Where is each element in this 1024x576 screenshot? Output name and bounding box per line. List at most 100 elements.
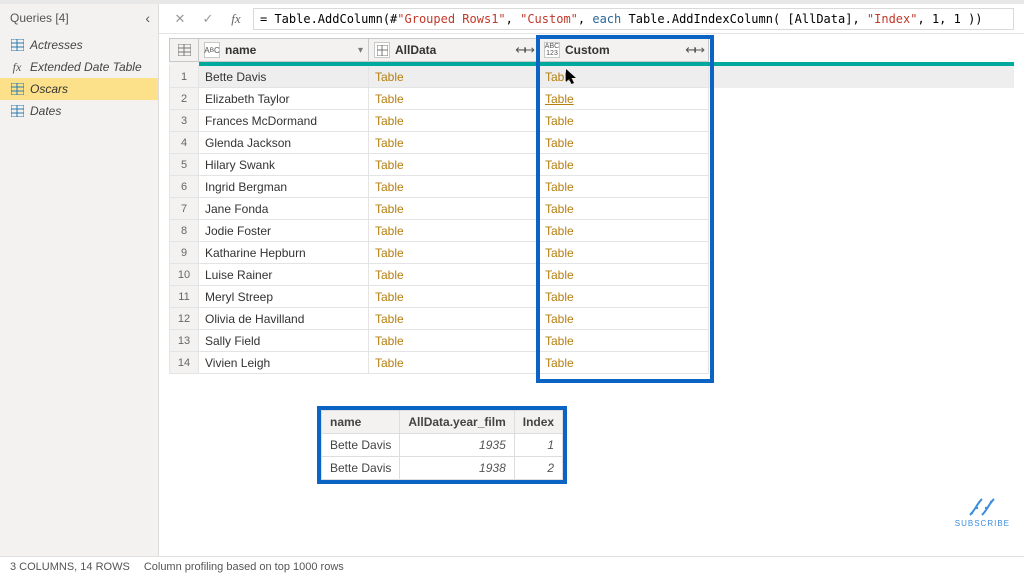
cell-name[interactable]: Katharine Hepburn (199, 242, 369, 264)
table-row[interactable]: 2Elizabeth TaylorTableTable (169, 88, 1014, 110)
cell-alldata[interactable]: Table (369, 176, 539, 198)
table-row[interactable]: 9Katharine HepburnTableTable (169, 242, 1014, 264)
table-row[interactable]: 10Luise RainerTableTable (169, 264, 1014, 286)
cell-custom[interactable]: Table (539, 88, 709, 110)
cell-alldata[interactable]: Table (369, 154, 539, 176)
cell-alldata[interactable]: Table (369, 66, 539, 88)
expand-column-icon[interactable]: ↤↦ (515, 42, 533, 58)
cell-alldata[interactable]: Table (369, 132, 539, 154)
row-index[interactable]: 4 (169, 132, 199, 154)
preview-row[interactable]: Bette Davis19351 (322, 434, 563, 457)
collapse-sidebar-icon[interactable]: ‹ (145, 10, 150, 26)
cell-name[interactable]: Vivien Leigh (199, 352, 369, 374)
preview-header[interactable]: name (322, 411, 400, 434)
cell-name[interactable]: Elizabeth Taylor (199, 88, 369, 110)
preview-header[interactable]: Index (514, 411, 562, 434)
cell-custom[interactable]: Table (539, 110, 709, 132)
query-item-extended-date-table[interactable]: fxExtended Date Table (0, 56, 158, 78)
fx-icon[interactable]: fx (225, 11, 247, 27)
table-row[interactable]: 11Meryl StreepTableTable (169, 286, 1014, 308)
cell-custom[interactable]: Table (539, 66, 709, 88)
cell-alldata[interactable]: Table (369, 264, 539, 286)
cell-custom[interactable]: Table (539, 330, 709, 352)
table-row[interactable]: 13Sally FieldTableTable (169, 330, 1014, 352)
preview-cell[interactable]: 1935 (400, 434, 514, 457)
row-index[interactable]: 1 (169, 66, 199, 88)
row-index[interactable]: 5 (169, 154, 199, 176)
query-item-actresses[interactable]: Actresses (0, 34, 158, 56)
cell-custom[interactable]: Table (539, 264, 709, 286)
row-index[interactable]: 10 (169, 264, 199, 286)
row-index[interactable]: 14 (169, 352, 199, 374)
row-index[interactable]: 12 (169, 308, 199, 330)
cell-name[interactable]: Jodie Foster (199, 220, 369, 242)
preview-cell[interactable]: 2 (514, 457, 562, 480)
cell-name[interactable]: Sally Field (199, 330, 369, 352)
table-row[interactable]: 7Jane FondaTableTable (169, 198, 1014, 220)
table-row[interactable]: 1Bette DavisTableTable (169, 66, 1014, 88)
cell-alldata[interactable]: Table (369, 286, 539, 308)
preview-cell[interactable]: Bette Davis (322, 457, 400, 480)
table-row[interactable]: 6Ingrid BergmanTableTable (169, 176, 1014, 198)
row-index[interactable]: 7 (169, 198, 199, 220)
table-row[interactable]: 4Glenda JacksonTableTable (169, 132, 1014, 154)
cell-name[interactable]: Olivia de Havilland (199, 308, 369, 330)
query-item-oscars[interactable]: Oscars (0, 78, 158, 100)
cell-custom[interactable]: Table (539, 286, 709, 308)
accept-formula-button[interactable]: ✓ (197, 8, 219, 30)
cell-alldata[interactable]: Table (369, 308, 539, 330)
column-header-name[interactable]: ABC name ▾ (199, 38, 369, 62)
cancel-formula-button[interactable]: ✕ (169, 8, 191, 30)
cell-name[interactable]: Luise Rainer (199, 264, 369, 286)
cell-custom[interactable]: Table (539, 242, 709, 264)
preview-cell[interactable]: Bette Davis (322, 434, 400, 457)
cell-name[interactable]: Glenda Jackson (199, 132, 369, 154)
cell-name[interactable]: Ingrid Bergman (199, 176, 369, 198)
cell-alldata[interactable]: Table (369, 220, 539, 242)
preview-cell[interactable]: 1938 (400, 457, 514, 480)
cell-custom[interactable]: Table (539, 176, 709, 198)
table-row[interactable]: 5Hilary SwankTableTable (169, 154, 1014, 176)
column-header-custom[interactable]: ABC123 Custom ↤↦ (539, 38, 709, 62)
cell-custom[interactable]: Table (539, 308, 709, 330)
any-type-icon[interactable]: ABC123 (544, 42, 560, 58)
cell-alldata[interactable]: Table (369, 330, 539, 352)
preview-row[interactable]: Bette Davis19382 (322, 457, 563, 480)
cell-custom[interactable]: Table (539, 220, 709, 242)
row-index[interactable]: 9 (169, 242, 199, 264)
table-row[interactable]: 3Frances McDormandTableTable (169, 110, 1014, 132)
row-index[interactable]: 13 (169, 330, 199, 352)
cell-alldata[interactable]: Table (369, 242, 539, 264)
cell-name[interactable]: Jane Fonda (199, 198, 369, 220)
row-index[interactable]: 8 (169, 220, 199, 242)
query-item-dates[interactable]: Dates (0, 100, 158, 122)
expand-column-icon[interactable]: ↤↦ (685, 42, 703, 58)
cell-custom[interactable]: Table (539, 198, 709, 220)
cell-custom[interactable]: Table (539, 352, 709, 374)
cell-alldata[interactable]: Table (369, 198, 539, 220)
cell-custom[interactable]: Table (539, 154, 709, 176)
column-filter-icon[interactable]: ▾ (358, 45, 363, 56)
cell-alldata[interactable]: Table (369, 110, 539, 132)
cell-alldata[interactable]: Table (369, 352, 539, 374)
cell-name[interactable]: Bette Davis (199, 66, 369, 88)
table-type-icon[interactable] (374, 42, 390, 58)
cell-alldata[interactable]: Table (369, 88, 539, 110)
table-row[interactable]: 14Vivien LeighTableTable (169, 352, 1014, 374)
table-row[interactable]: 8Jodie FosterTableTable (169, 220, 1014, 242)
row-index-header[interactable] (169, 38, 199, 62)
cell-name[interactable]: Frances McDormand (199, 110, 369, 132)
column-header-alldata[interactable]: AllData ↤↦ (369, 38, 539, 62)
cell-name[interactable]: Meryl Streep (199, 286, 369, 308)
row-index[interactable]: 3 (169, 110, 199, 132)
preview-cell[interactable]: 1 (514, 434, 562, 457)
text-type-icon[interactable]: ABC (204, 42, 220, 58)
row-index[interactable]: 11 (169, 286, 199, 308)
cell-name[interactable]: Hilary Swank (199, 154, 369, 176)
cell-custom[interactable]: Table (539, 132, 709, 154)
table-row[interactable]: 12Olivia de HavillandTableTable (169, 308, 1014, 330)
formula-input[interactable]: = Table.AddColumn(#"Grouped Rows1", "Cus… (253, 8, 1014, 30)
row-index[interactable]: 6 (169, 176, 199, 198)
row-index[interactable]: 2 (169, 88, 199, 110)
preview-header[interactable]: AllData.year_film (400, 411, 514, 434)
